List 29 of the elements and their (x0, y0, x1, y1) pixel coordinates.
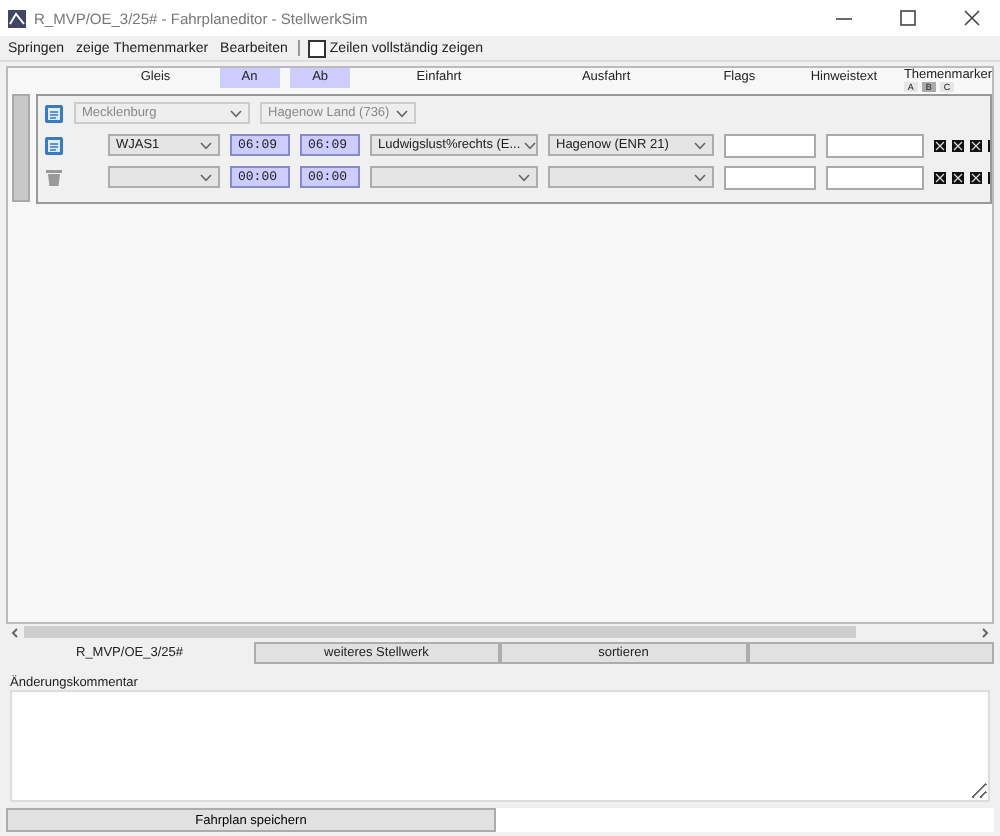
marker-icon[interactable] (952, 139, 964, 151)
close-icon[interactable] (962, 8, 982, 28)
app-icon (8, 9, 26, 27)
row-handle[interactable] (12, 94, 30, 202)
caret-icon (396, 109, 408, 117)
scroll-left-icon[interactable] (10, 627, 20, 637)
marker-icon[interactable] (970, 139, 982, 151)
scroll-right-icon[interactable] (980, 627, 990, 637)
caret-icon (200, 141, 212, 149)
marker-icon[interactable] (970, 171, 982, 183)
comment-field[interactable] (10, 690, 990, 802)
marker-icon[interactable] (934, 139, 946, 151)
hint-field[interactable] (826, 133, 924, 157)
flags-field[interactable] (724, 133, 816, 157)
caret-icon (200, 173, 212, 181)
caret-icon (230, 109, 242, 117)
marker-icon[interactable] (934, 171, 946, 183)
list-icon[interactable] (44, 103, 64, 123)
checkbox[interactable] (307, 39, 326, 57)
trash-icon[interactable] (44, 167, 64, 187)
maximize-icon[interactable] (898, 8, 918, 28)
caret-icon (694, 141, 706, 149)
caret-icon (694, 173, 706, 181)
hint-field[interactable] (826, 165, 924, 189)
flags-field[interactable] (724, 165, 816, 189)
caret-icon (524, 141, 537, 149)
marker-icon[interactable] (952, 171, 964, 183)
caret-icon (518, 173, 530, 181)
list-icon[interactable] (44, 135, 64, 155)
